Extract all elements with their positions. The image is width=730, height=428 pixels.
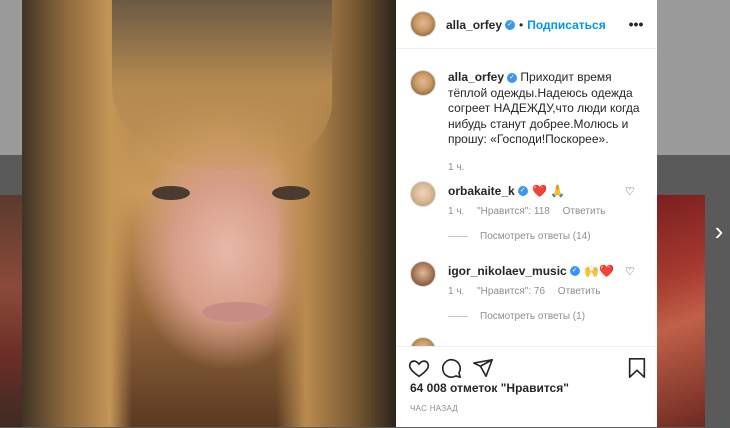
post-header: alla_orfey ✓ • Подписаться •••: [396, 0, 657, 49]
avatar[interactable]: [410, 261, 436, 287]
caption-text: alla_orfey ✓ Приходит время тёплой одежды…: [448, 70, 648, 148]
heart-icon[interactable]: ♡: [625, 187, 635, 198]
follow-button[interactable]: Подписаться: [527, 18, 605, 32]
heart-icon[interactable]: [408, 357, 430, 379]
heart-icon[interactable]: ♡: [625, 267, 635, 278]
view-replies-label: Посмотреть ответы (14): [480, 231, 591, 242]
post-time[interactable]: ЧАС НАЗАД: [410, 404, 458, 413]
comments-scroll-area[interactable]: alla_orfey ✓ Приходит время тёплой одежды…: [396, 49, 657, 346]
likes-count[interactable]: 64 008 отметок "Нравится": [410, 381, 569, 395]
adjacent-post-left: [0, 195, 22, 427]
bookmark-icon[interactable]: [626, 357, 648, 379]
more-options-icon[interactable]: •••: [628, 16, 644, 32]
adjacent-post-right: [657, 195, 705, 427]
verified-badge-icon: ✓: [507, 72, 518, 83]
avatar[interactable]: [410, 181, 436, 207]
comment-username[interactable]: orbakaite_k: [448, 184, 515, 198]
post-photo[interactable]: [22, 0, 396, 427]
avatar[interactable]: [410, 11, 436, 37]
comment-text: 🙌❤️: [584, 264, 615, 278]
view-replies-button[interactable]: Посмотреть ответы (1): [448, 311, 585, 322]
comment-username[interactable]: igor_nikolaev_music: [448, 264, 567, 278]
view-replies-button[interactable]: Посмотреть ответы (14): [448, 231, 591, 242]
avatar[interactable]: [410, 70, 436, 96]
comment-likes[interactable]: "Нравится": 118: [477, 206, 550, 217]
caption: alla_orfey ✓ Приходит время тёплой одежды…: [448, 70, 648, 173]
reply-button[interactable]: Ответить: [563, 206, 606, 217]
header-username[interactable]: alla_orfey: [446, 18, 502, 32]
comment-meta: 1 ч. "Нравится": 76 Ответить: [448, 286, 601, 297]
comment-body: igor_nikolaev_music ✓ 🙌❤️: [448, 262, 614, 280]
comment-meta: 1 ч. "Нравится": 118 Ответить: [448, 206, 605, 217]
comment-body: orbakaite_k ✓ ❤️ 🙏: [448, 182, 565, 200]
comment-text: ❤️ 🙏: [532, 184, 566, 198]
view-replies-label: Посмотреть ответы (1): [480, 311, 586, 322]
comment-likes[interactable]: "Нравится": 76: [477, 286, 545, 297]
reply-button[interactable]: Ответить: [558, 286, 601, 297]
caption-username[interactable]: alla_orfey: [448, 70, 504, 84]
divider: [448, 315, 468, 317]
divider: [448, 235, 468, 237]
comment-time[interactable]: 1 ч.: [448, 206, 464, 217]
caption-time[interactable]: 1 ч.: [448, 162, 648, 173]
comment-time[interactable]: 1 ч.: [448, 286, 464, 297]
header-user: alla_orfey ✓ • Подписаться: [446, 16, 606, 34]
photo-region: [152, 186, 190, 200]
photo-region: [112, 0, 332, 170]
comment-icon[interactable]: [440, 357, 462, 379]
post-panel: alla_orfey ✓ • Подписаться ••• alla_orfey ✓ …: [396, 0, 657, 427]
paper-plane-icon[interactable]: [472, 357, 494, 379]
verified-badge-icon: ✓: [505, 19, 516, 30]
photo-region: [202, 302, 272, 322]
chevron-right-icon[interactable]: ›: [708, 218, 730, 244]
verified-badge-icon: ✓: [517, 185, 528, 196]
photo-region: [272, 186, 310, 200]
caption-line: «Господи!Поскорее».: [490, 132, 609, 146]
verified-badge-icon: ✓: [569, 265, 580, 276]
separator-dot: •: [519, 18, 524, 32]
avatar[interactable]: [410, 337, 436, 346]
